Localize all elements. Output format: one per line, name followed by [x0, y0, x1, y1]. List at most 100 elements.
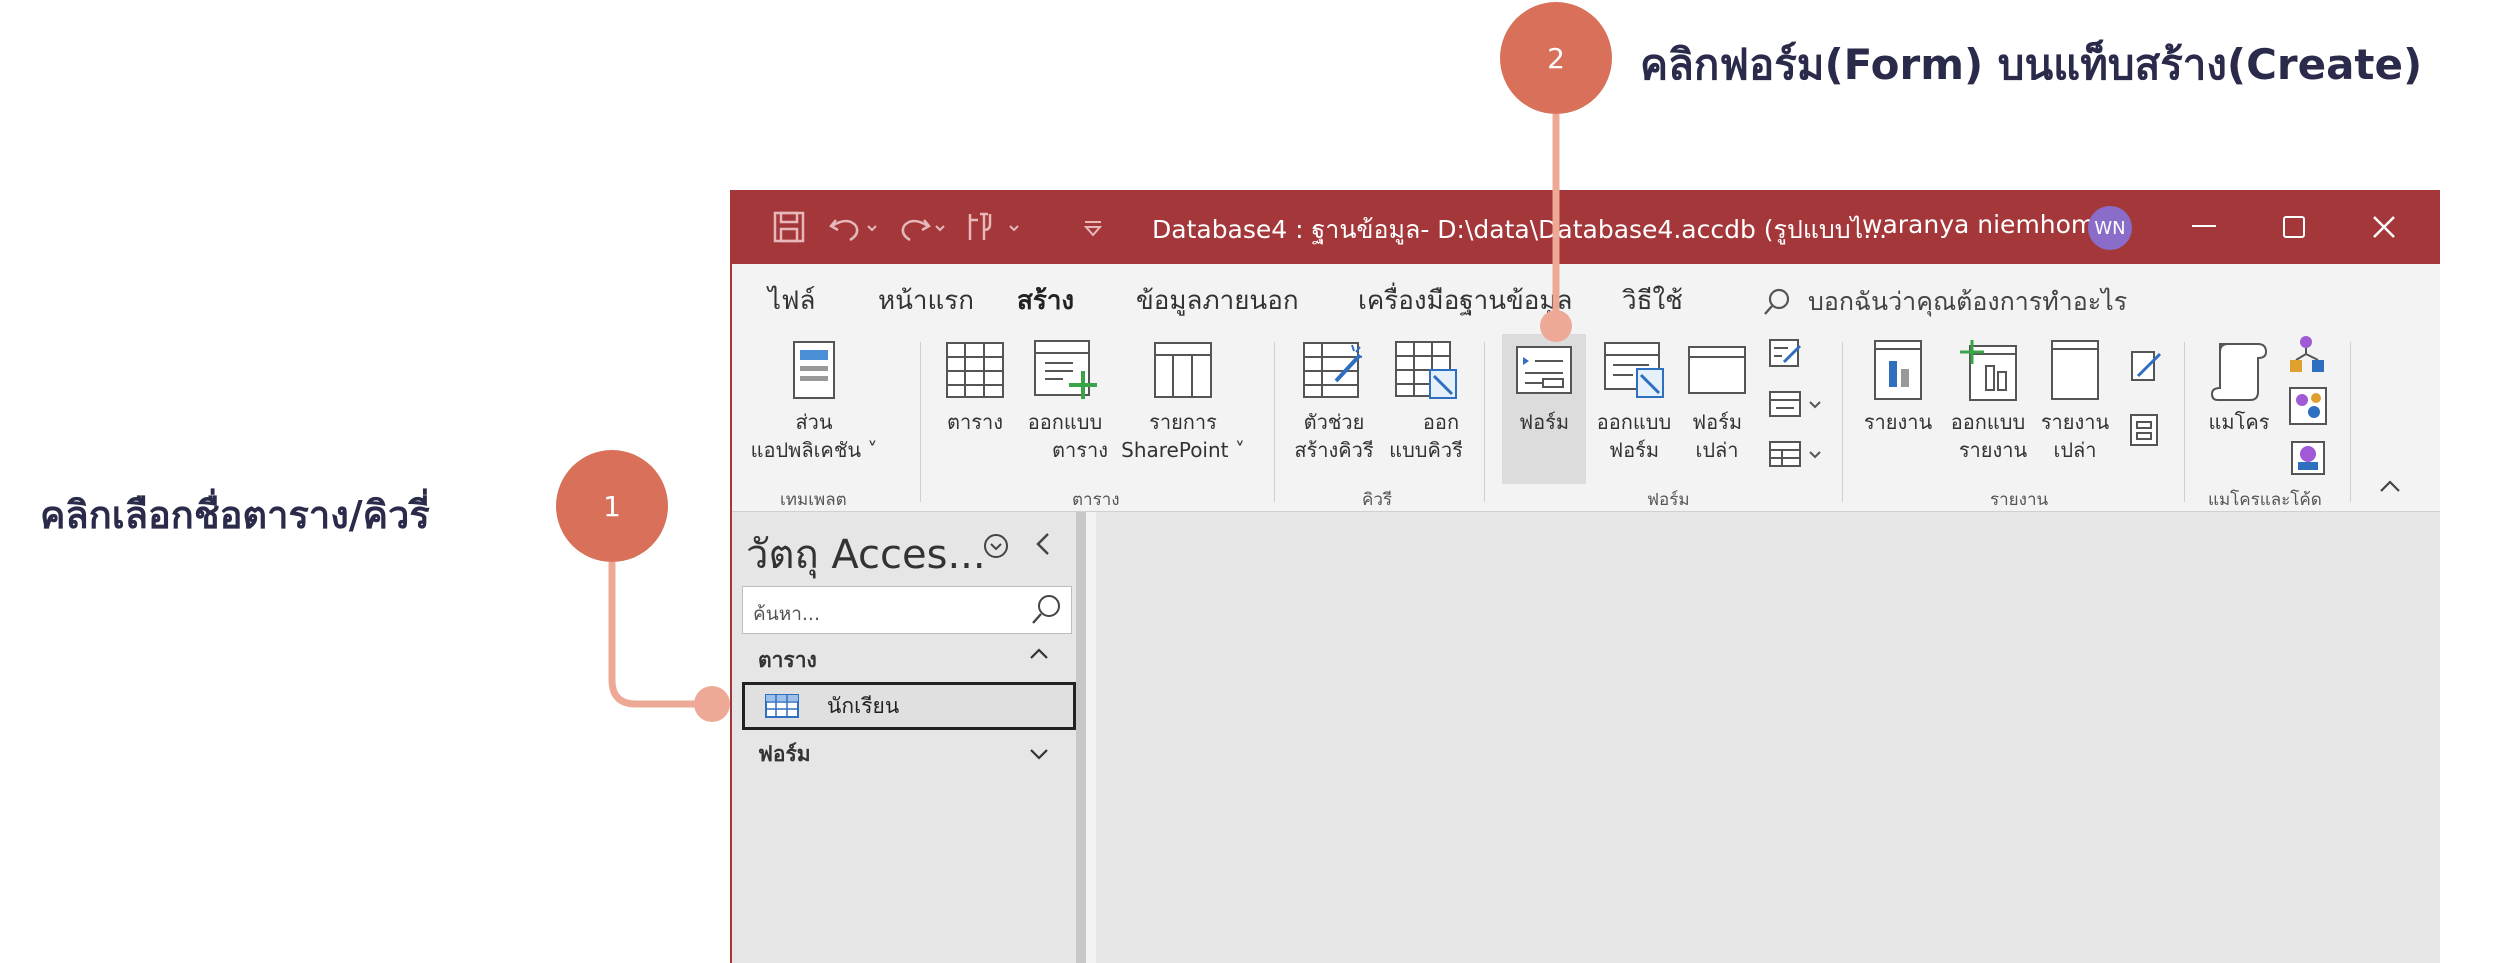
- table-icon: [945, 334, 1005, 406]
- sharepoint-lists-icon: [1153, 334, 1213, 406]
- connector-step1: [608, 562, 708, 708]
- nav-search-input[interactable]: ค้นหา...: [742, 586, 1072, 634]
- title-bar: Database4 : ฐานข้อมูล- D:\data\Database4…: [732, 190, 2440, 264]
- query-design-icon: [1394, 334, 1458, 406]
- report-design-label-2: รายงาน: [1958, 438, 2028, 462]
- table-button[interactable]: ตาราง: [938, 334, 1012, 436]
- query-design-label-2: แบบคิวรี: [1389, 438, 1463, 462]
- blank-report-label-1: รายงาน: [2040, 410, 2110, 434]
- user-name[interactable]: waranya niemhom: [1862, 210, 2095, 239]
- sharepoint-lists-button[interactable]: รายการ SharePoint ˅: [1118, 334, 1248, 464]
- query-wizard-icon: [1302, 334, 1366, 406]
- table-icon: [765, 694, 799, 718]
- query-wizard-label-1: ตัวช่วย: [1303, 410, 1365, 434]
- application-parts-icon: [792, 334, 836, 406]
- group-label-queries: คิวรี: [1362, 490, 1393, 510]
- query-wizard-button[interactable]: ตัวช่วย สร้างคิวรี: [1288, 334, 1380, 464]
- tab-help[interactable]: วิธีใช้: [1622, 280, 1683, 321]
- form-wizard-icon[interactable]: [1768, 338, 1804, 370]
- nav-item-label: นักเรียน: [827, 693, 900, 718]
- table-design-button[interactable]: ออกแบบ ตาราง: [1018, 334, 1112, 464]
- tell-me-search[interactable]: บอกฉันว่าคุณต้องการทำอะไร: [1762, 282, 2127, 322]
- form-design-icon: [1603, 334, 1665, 406]
- undo-icon[interactable]: [828, 206, 880, 248]
- annotation-step2-text: คลิกฟอร์ม(Form) บนแท็บสร้าง(Create): [1640, 40, 2423, 89]
- tab-create[interactable]: สร้าง: [1017, 280, 1075, 333]
- group-separator: [1274, 342, 1275, 502]
- save-icon[interactable]: [772, 206, 806, 248]
- application-parts-label-1: ส่วน: [795, 410, 833, 434]
- chevron-down-icon[interactable]: [1028, 744, 1050, 768]
- report-button[interactable]: รายงาน: [1856, 334, 1940, 436]
- query-wizard-label-2: สร้างคิวรี: [1294, 438, 1374, 462]
- blank-report-icon: [2050, 334, 2100, 406]
- tab-home[interactable]: หน้าแรก: [878, 280, 974, 321]
- group-label-tables: ตาราง: [1072, 490, 1120, 510]
- tab-database-tools[interactable]: เครื่องมือฐานข้อมูล: [1358, 280, 1573, 321]
- window-title: Database4 : ฐานข้อมูล- D:\data\Database4…: [1152, 215, 1888, 244]
- form-design-button[interactable]: ออกแบบ ฟอร์ม: [1590, 334, 1678, 464]
- close-button[interactable]: [2354, 200, 2414, 254]
- annotation-step2-badge: 2: [1500, 2, 1612, 114]
- customize-qat-icon[interactable]: [1082, 206, 1104, 248]
- module-icon[interactable]: [2288, 334, 2328, 374]
- nav-search-placeholder: ค้นหา...: [753, 603, 821, 625]
- group-separator: [2184, 342, 2185, 502]
- application-parts-button[interactable]: ส่วน แอปพลิเคชัน ˅: [748, 334, 880, 464]
- ribbon: ส่วน แอปพลิเคชัน ˅ เทมเพลต ตาราง ออกแบบ …: [732, 328, 2440, 512]
- macro-icon: [2210, 334, 2268, 406]
- application-parts-label-2: แอปพลิเคชัน ˅: [750, 438, 878, 462]
- report-design-button[interactable]: ออกแบบ รายงาน: [1942, 334, 2034, 464]
- labels-icon[interactable]: [2128, 412, 2160, 448]
- report-wizard-icon[interactable]: [2128, 348, 2164, 384]
- connector-step1-dot: [694, 686, 730, 722]
- nav-section-tables[interactable]: ตาราง: [758, 644, 817, 677]
- macro-button[interactable]: แมโคร: [2198, 334, 2280, 436]
- maximize-button[interactable]: [2264, 200, 2324, 254]
- search-icon: [1029, 593, 1063, 632]
- group-separator: [1484, 342, 1485, 502]
- form-design-label-1: ออกแบบ: [1596, 410, 1672, 434]
- tab-external-data[interactable]: ข้อมูลภายนอก: [1136, 280, 1299, 321]
- class-module-icon[interactable]: [2288, 386, 2328, 426]
- query-design-label-1: ออก: [1422, 410, 1460, 434]
- collapse-pane-icon[interactable]: [1032, 530, 1054, 566]
- table-design-icon: [1033, 334, 1097, 406]
- redo-icon[interactable]: [896, 206, 948, 248]
- report-design-icon: [1958, 334, 2018, 406]
- tell-me-text: บอกฉันว่าคุณต้องการทำอะไร: [1808, 287, 2128, 316]
- form-icon: [1515, 334, 1573, 406]
- nav-pane-title[interactable]: วัตถุ Acces...: [746, 522, 986, 586]
- workspace-area: [1096, 512, 2440, 963]
- group-label-macros: แมโครและโค้ด: [2208, 490, 2322, 510]
- tab-file[interactable]: ไฟล์: [768, 280, 815, 321]
- blank-report-label-2: เปล่า: [2053, 438, 2097, 462]
- table-label: ตาราง: [947, 410, 1003, 434]
- nav-section-forms[interactable]: ฟอร์ม: [758, 738, 811, 771]
- blank-form-icon: [1687, 334, 1747, 406]
- minimize-button[interactable]: [2174, 200, 2234, 254]
- chevron-up-icon[interactable]: [1028, 644, 1050, 668]
- visual-basic-icon[interactable]: [2288, 438, 2328, 478]
- table-design-label-2: ตาราง: [1052, 438, 1108, 462]
- query-design-button[interactable]: ออก แบบคิวรี: [1380, 334, 1472, 464]
- avatar[interactable]: WN: [2088, 206, 2132, 250]
- blank-form-button[interactable]: ฟอร์ม เปล่า: [1678, 334, 1756, 464]
- sharepoint-lists-label-1: รายการ: [1149, 410, 1217, 434]
- nav-item-table-students[interactable]: นักเรียน: [742, 682, 1076, 730]
- blank-report-button[interactable]: รายงาน เปล่า: [2034, 334, 2116, 464]
- form-label: ฟอร์ม: [1518, 410, 1570, 434]
- report-design-label-1: ออกแบบ: [1950, 410, 2026, 434]
- form-design-label-2: ฟอร์ม: [1608, 438, 1660, 462]
- annotation-step1-badge: 1: [556, 450, 668, 562]
- tools-icon[interactable]: [964, 206, 1024, 248]
- more-forms-icon[interactable]: [1768, 438, 1824, 470]
- collapse-ribbon-icon[interactable]: [2378, 478, 2402, 494]
- macro-label: แมโคร: [2208, 410, 2270, 434]
- circle-chevron-down-icon[interactable]: [982, 532, 1010, 564]
- table-design-label-1: ออกแบบ: [1027, 410, 1103, 434]
- navigation-icon[interactable]: [1768, 388, 1824, 420]
- form-button[interactable]: ฟอร์ม: [1502, 334, 1586, 484]
- group-label-templates: เทมเพลต: [780, 490, 847, 510]
- blank-form-label-1: ฟอร์ม: [1691, 410, 1743, 434]
